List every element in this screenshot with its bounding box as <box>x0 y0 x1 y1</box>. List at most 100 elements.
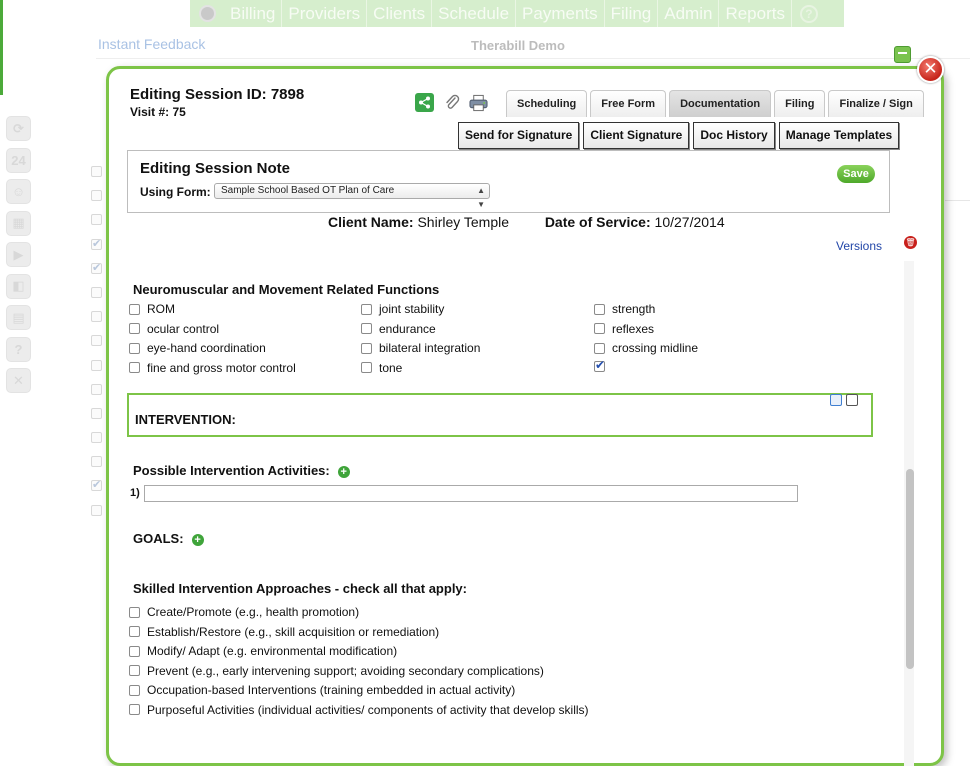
trash-icon[interactable]: 🗑 <box>904 236 917 249</box>
row-checkbox[interactable] <box>91 214 102 226</box>
row-checkbox[interactable] <box>91 359 102 371</box>
checkbox[interactable] <box>361 303 372 315</box>
home-icon[interactable] <box>190 5 224 22</box>
approach-option[interactable]: Create/Promote (e.g., health promotion) <box>129 605 359 619</box>
neuro-option[interactable]: fine and gross motor control <box>129 361 296 375</box>
nav-schedule[interactable]: Schedule <box>432 0 517 27</box>
tab-scheduling[interactable]: Scheduling <box>506 90 588 117</box>
checkbox-label: Prevent (e.g., early intervening support… <box>147 663 544 678</box>
checkbox[interactable] <box>129 362 140 373</box>
client-signature-button[interactable]: Client Signature <box>583 122 690 149</box>
approach-option[interactable]: Modify/ Adapt (e.g. environmental modifi… <box>129 644 397 658</box>
checkbox[interactable] <box>594 303 605 315</box>
add-activity-icon[interactable]: + <box>337 465 350 478</box>
checkbox[interactable] <box>129 323 140 334</box>
row-checkbox[interactable] <box>91 456 102 468</box>
tab-finalize-sign[interactable]: Finalize / Sign <box>828 90 924 117</box>
checkbox[interactable] <box>361 323 372 334</box>
instant-feedback-link[interactable]: Instant Feedback <box>98 36 205 52</box>
neuro-option[interactable]: crossing midline <box>594 341 698 355</box>
approach-option[interactable]: Occupation-based Interventions (training… <box>129 683 515 697</box>
tab-documentation[interactable]: Documentation <box>669 90 772 117</box>
billing-icon[interactable]: ▶ <box>6 242 31 267</box>
neuro-option[interactable]: strength <box>594 302 655 316</box>
checkbox[interactable] <box>129 342 140 354</box>
row-checkbox[interactable]: ✔ <box>91 262 102 274</box>
row-checkbox[interactable] <box>91 286 102 298</box>
help-icon[interactable]: ? <box>6 336 31 362</box>
checkbox[interactable] <box>129 665 140 676</box>
row-checkbox[interactable] <box>91 166 102 177</box>
checkbox[interactable] <box>361 362 372 373</box>
neuromuscular-checklist: ROM ocular control eye-hand coordination fi… <box>129 302 889 384</box>
send-for-signature-button[interactable]: Send for Signature <box>458 122 580 149</box>
paperclip-icon[interactable] <box>442 93 461 112</box>
tab-filing[interactable]: Filing <box>774 90 826 117</box>
nav-filing[interactable]: Filing <box>605 0 659 27</box>
row-checkbox[interactable]: ✔ <box>91 238 102 250</box>
activity-input-1[interactable] <box>144 485 798 502</box>
row-checkbox[interactable] <box>91 407 102 419</box>
approach-option[interactable]: Prevent (e.g., early intervening support… <box>129 664 544 678</box>
share-icon[interactable] <box>415 93 434 112</box>
printer-icon[interactable] <box>469 93 488 112</box>
nav-clients[interactable]: Clients <box>367 0 433 27</box>
nav-providers[interactable]: Providers <box>282 0 368 27</box>
expand-icon[interactable] <box>846 394 858 406</box>
nav-admin[interactable]: Admin <box>658 0 720 27</box>
reports-icon[interactable]: ▤ <box>6 305 31 330</box>
neuro-option[interactable] <box>594 358 612 372</box>
neuro-option[interactable]: eye-hand coordination <box>129 341 266 355</box>
close-icon[interactable]: ✕ <box>917 56 944 83</box>
row-checkbox[interactable] <box>91 504 102 516</box>
calendar-icon[interactable]: 24 <box>6 147 31 173</box>
documents-icon[interactable]: ◧ <box>6 273 31 299</box>
checkbox[interactable] <box>129 645 140 657</box>
clients-icon[interactable]: ☺ <box>6 179 31 204</box>
checkbox[interactable] <box>129 303 140 315</box>
copy-icon[interactable] <box>830 394 842 406</box>
checkbox[interactable] <box>129 704 140 715</box>
help-icon[interactable]: ? <box>799 4 818 23</box>
nav-reports[interactable]: Reports <box>719 0 792 27</box>
approach-option[interactable]: Purposeful Activities (individual activi… <box>129 703 589 717</box>
row-checkbox[interactable]: ✔ <box>91 480 102 492</box>
manage-templates-button[interactable]: Manage Templates <box>778 122 900 149</box>
nav-billing[interactable]: Billing <box>224 0 283 27</box>
nav-payments[interactable]: Payments <box>516 0 605 27</box>
tab-free-form[interactable]: Free Form <box>590 90 667 117</box>
checkbox[interactable] <box>129 626 140 637</box>
save-button[interactable]: Save <box>837 165 875 183</box>
row-checkbox[interactable] <box>91 335 102 347</box>
neuro-option[interactable]: reflexes <box>594 322 654 336</box>
form-template-select[interactable]: Sample School Based OT Plan of Care ▲ ▼ <box>214 183 490 209</box>
neuro-option[interactable]: bilateral integration <box>361 341 480 355</box>
checkbox-label: bilateral integration <box>379 341 481 355</box>
note-scrollbar-thumb[interactable] <box>906 469 914 669</box>
checkbox[interactable] <box>129 684 140 696</box>
neuro-option[interactable]: tone <box>361 361 402 375</box>
doc-history-button[interactable]: Doc History <box>693 122 775 149</box>
neuro-option[interactable]: joint stability <box>361 302 444 316</box>
checkbox[interactable] <box>361 342 372 354</box>
neuro-option[interactable]: endurance <box>361 322 436 336</box>
close-icon[interactable]: ✕ <box>6 368 31 393</box>
checkbox[interactable] <box>594 323 605 334</box>
intervention-field[interactable]: INTERVENTION: <box>127 393 873 437</box>
row-checkbox[interactable] <box>91 383 102 395</box>
minimize-icon[interactable] <box>894 46 911 63</box>
add-goal-icon[interactable]: + <box>191 533 204 546</box>
row-checkbox[interactable] <box>91 311 102 323</box>
checkbox[interactable] <box>129 606 140 618</box>
row-checkbox[interactable] <box>91 432 102 444</box>
neuro-option[interactable]: ROM <box>129 302 175 316</box>
row-checkbox[interactable] <box>91 190 102 202</box>
checkbox[interactable] <box>594 358 605 372</box>
checkbox-label: ocular control <box>147 321 220 336</box>
versions-link[interactable]: Versions <box>836 239 882 253</box>
approach-option[interactable]: Establish/Restore (e.g., skill acquisiti… <box>129 625 439 639</box>
checkbox[interactable] <box>594 342 605 354</box>
neuro-option[interactable]: ocular control <box>129 322 219 336</box>
schedule-icon[interactable]: ▦ <box>6 210 31 236</box>
dashboard-icon[interactable]: ⟳ <box>6 116 31 141</box>
